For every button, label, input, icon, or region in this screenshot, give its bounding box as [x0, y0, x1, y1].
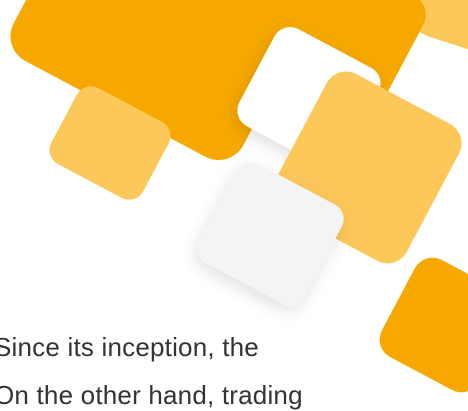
square-bottom-right-orange [379, 257, 468, 393]
abstract-rounded-squares-graphic [10, 0, 468, 393]
